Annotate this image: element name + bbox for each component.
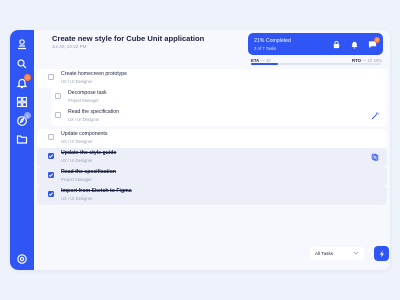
compass-icon[interactable]: 1 xyxy=(16,112,31,127)
task-name: Read the specification xyxy=(61,169,117,175)
logo-icon[interactable] xyxy=(16,38,28,50)
sidebar: 2 1 xyxy=(10,30,34,270)
task-checkbox[interactable] xyxy=(48,134,54,140)
task-checkbox[interactable] xyxy=(55,93,61,99)
folder-icon[interactable] xyxy=(16,133,28,145)
compass-badge: 1 xyxy=(24,112,31,119)
task-checkbox[interactable] xyxy=(48,191,54,197)
task-name: Read the specification xyxy=(68,109,120,115)
task-filter-value: All Tasks xyxy=(315,251,334,256)
task-row[interactable]: Read the specification Project Manager xyxy=(37,167,387,186)
chevron-down-icon xyxy=(353,250,359,256)
task-row[interactable]: Create homecreen prototype UX / UI Design… xyxy=(37,69,387,88)
task-row[interactable]: Import from Sketch to Figma UX / UI Desig… xyxy=(37,186,387,205)
lightning-icon xyxy=(379,250,384,257)
date-label: Jul 20, 10:22 PM xyxy=(52,44,87,49)
task-role: Project Manager xyxy=(61,177,92,182)
task-checkbox[interactable] xyxy=(48,172,54,178)
task-name: Import from Sketch to Figma xyxy=(61,188,132,194)
task-role: UX / UI Designer xyxy=(61,158,93,163)
progress-fill xyxy=(251,63,279,65)
task-row[interactable]: Decompose task Project Manager xyxy=(51,88,387,107)
tasks-count: 3 of 7 Tasks xyxy=(254,46,277,51)
task-checkbox[interactable] xyxy=(48,153,54,159)
task-filter-select[interactable]: All Tasks xyxy=(310,247,364,260)
bell-icon[interactable] xyxy=(350,40,359,49)
task-role: UX / UI Designer xyxy=(61,139,93,144)
task-name: Create homecreen prototype xyxy=(61,71,128,77)
lock-icon[interactable] xyxy=(332,40,341,49)
page-title: Create new style for Cube Unit applicati… xyxy=(52,34,205,43)
notification-badge: 2 xyxy=(24,74,31,81)
grid-icon[interactable] xyxy=(16,96,28,108)
chat-badge: 3 xyxy=(374,37,380,43)
chat-icon[interactable]: 3 xyxy=(368,37,380,49)
task-name: Decompose task xyxy=(68,90,107,96)
task-row[interactable]: Update components UX / UI Designer xyxy=(37,129,387,148)
task-role: UX / UI Designer xyxy=(61,196,93,201)
main-content: Create new style for Cube Unit applicati… xyxy=(34,30,390,270)
bell-icon[interactable]: 2 xyxy=(16,74,31,89)
task-row[interactable]: Update the style guide UX / UI Designer xyxy=(37,148,387,167)
task-role: Project Manager xyxy=(68,98,99,103)
search-icon[interactable] xyxy=(16,58,28,70)
task-role: UX / UI Designer xyxy=(68,117,100,122)
progress-card: 21% Completed 3 of 7 Tasks 3 xyxy=(248,33,383,55)
settings-icon[interactable] xyxy=(16,253,28,265)
magic-wand-icon[interactable] xyxy=(371,112,379,120)
task-name: Update the style guide xyxy=(61,150,117,156)
task-checkbox[interactable] xyxy=(48,74,54,80)
quick-action-button[interactable] xyxy=(374,246,389,261)
task-role: UX / UI Designer xyxy=(61,79,93,84)
completed-label: 21% Completed xyxy=(254,38,291,44)
attachment-icon[interactable] xyxy=(371,153,379,161)
app-window: 2 1 Create new style for Cube Unit appli… xyxy=(10,30,390,270)
task-checkbox[interactable] xyxy=(55,112,61,118)
progress-track xyxy=(251,63,381,65)
task-name: Update components xyxy=(61,131,108,137)
task-row[interactable]: Read the specification UX / UI Designer xyxy=(51,107,387,126)
